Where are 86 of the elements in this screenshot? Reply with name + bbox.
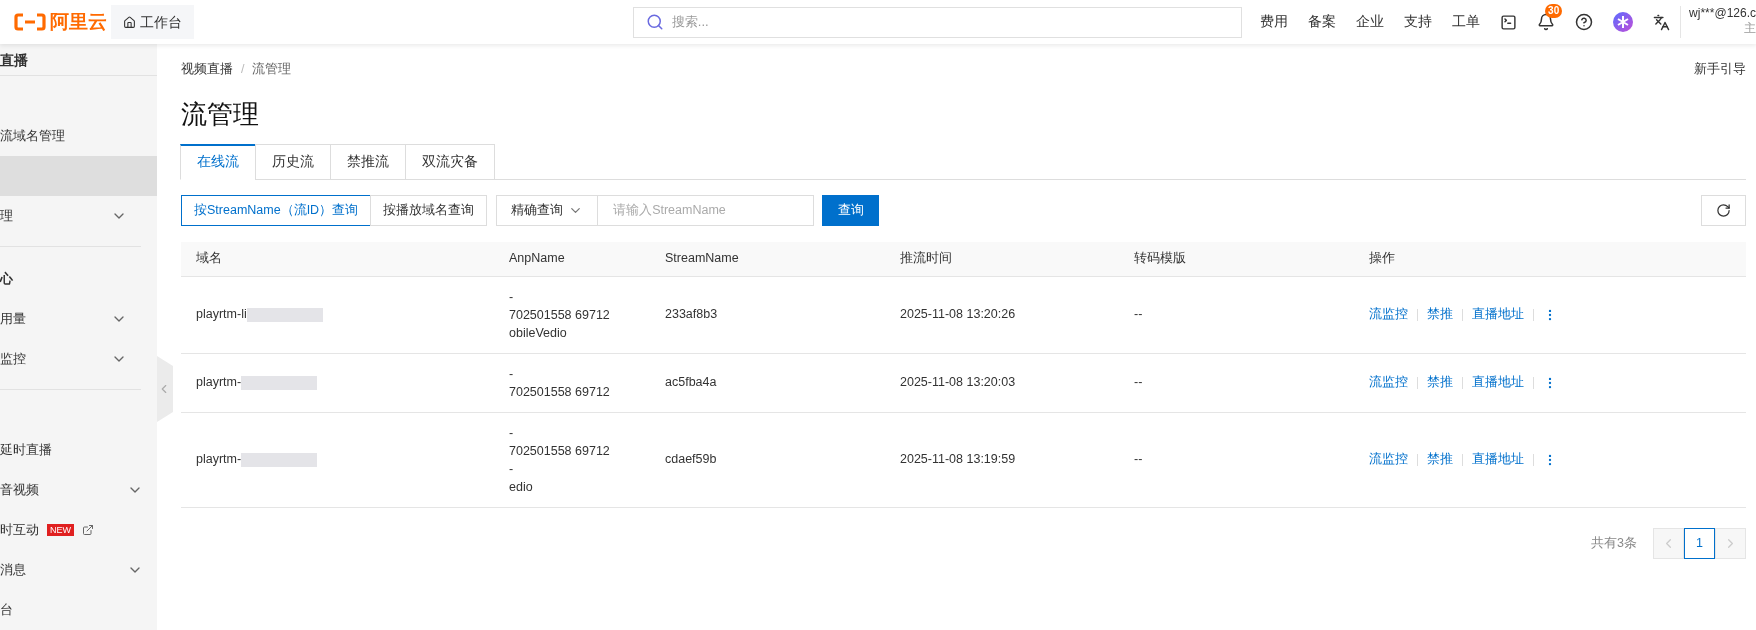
search-icon bbox=[645, 13, 664, 31]
table-cell-text: cdaef59b bbox=[665, 451, 718, 469]
column-header: 域名 bbox=[196, 250, 223, 268]
column-header: AnpName bbox=[509, 250, 566, 268]
sidebar-item[interactable]: 理 bbox=[0, 196, 141, 236]
match-dropdown[interactable]: 精确查询 bbox=[496, 194, 599, 226]
new-badge: NEW bbox=[47, 524, 74, 536]
action-link[interactable]: 直播地址 bbox=[1472, 450, 1524, 470]
column-header: StreamName bbox=[665, 250, 740, 268]
table-cell-text: 2025-11-08 13:20:03 bbox=[900, 374, 1017, 392]
nav-link[interactable]: 工单 bbox=[1452, 11, 1481, 33]
table-cell-text: 2025-11-08 13:19:59 bbox=[900, 451, 1017, 469]
breadcrumb-current: 流管理 bbox=[252, 61, 292, 78]
query-mode-button[interactable]: 按StreamName（流ID）查询 bbox=[181, 194, 372, 226]
query-mode-button[interactable]: 按播放域名查询 bbox=[370, 194, 488, 226]
action-link[interactable]: 禁推 bbox=[1427, 450, 1453, 470]
table-cell-text: -- bbox=[1134, 374, 1144, 392]
workbench-button[interactable]: 工作台 bbox=[110, 5, 194, 39]
tab[interactable]: 在线流 bbox=[180, 143, 256, 180]
sidebar-item[interactable]: 延时直播 bbox=[0, 430, 157, 470]
table-cell-text: - bbox=[509, 424, 515, 442]
language-icon[interactable] bbox=[1653, 13, 1671, 31]
user-email[interactable]: wj***@126.c bbox=[1689, 6, 1756, 21]
nav-link[interactable]: 费用 bbox=[1260, 11, 1289, 33]
table-cell-text: 2025-11-08 13:20:26 bbox=[900, 306, 1017, 324]
notification-badge: 30 bbox=[1545, 4, 1563, 18]
table-cell-text: playrtm- bbox=[196, 374, 242, 392]
table-cell-text: - bbox=[509, 365, 515, 383]
logo-text: 阿里云 bbox=[50, 9, 107, 34]
table-cell-text: edio bbox=[509, 478, 534, 496]
guide-link[interactable]: 新手引导 bbox=[1694, 60, 1746, 79]
help-icon[interactable] bbox=[1575, 13, 1594, 31]
refresh-icon bbox=[1716, 202, 1731, 218]
sidebar-item[interactable]: 流域名管理 bbox=[0, 116, 141, 156]
sidebar-item[interactable]: 用量 bbox=[0, 299, 141, 339]
nav-link[interactable]: 企业 bbox=[1356, 11, 1385, 33]
external-link-icon bbox=[82, 524, 94, 536]
table-cell-text: 702501558 69712 bbox=[509, 306, 611, 324]
column-header: 转码模版 bbox=[1134, 250, 1187, 268]
tab[interactable]: 历史流 bbox=[255, 143, 331, 180]
table-cell-text: obileVedio bbox=[509, 324, 568, 342]
sidebar-heading: 心 bbox=[0, 270, 14, 289]
breadcrumb-link[interactable]: 视频直播 bbox=[181, 60, 233, 79]
action-link[interactable]: 禁推 bbox=[1427, 373, 1453, 393]
stream-name-field[interactable]: 请输入StreamName bbox=[597, 194, 815, 226]
sidebar-item[interactable]: 监控 bbox=[0, 339, 141, 379]
column-header: 推流时间 bbox=[900, 250, 953, 268]
table-cell-text: ac5fba4a bbox=[665, 374, 718, 392]
search-input[interactable]: 搜索... bbox=[671, 12, 1242, 32]
nav-link[interactable]: 支持 bbox=[1404, 11, 1433, 33]
action-link[interactable]: 流监控 bbox=[1369, 305, 1408, 325]
home-icon bbox=[122, 15, 136, 29]
tab[interactable]: 双流灾备 bbox=[405, 143, 495, 180]
search-field[interactable]: 搜索... bbox=[632, 6, 1243, 38]
sidebar-title: 直播 bbox=[0, 46, 157, 76]
table-cell-text: 702501558 69712 bbox=[509, 383, 611, 401]
action-link[interactable]: 流监控 bbox=[1369, 450, 1408, 470]
sidebar-item[interactable]: 消息 bbox=[0, 550, 157, 590]
table-cell-text: -- bbox=[1134, 306, 1144, 324]
account-role: 主 bbox=[1744, 21, 1756, 36]
terminal-icon[interactable] bbox=[1500, 13, 1518, 31]
page-button[interactable]: 1 bbox=[1684, 527, 1715, 559]
total-count: 共有3条 bbox=[1591, 534, 1637, 552]
logo-icon bbox=[14, 13, 46, 31]
action-link[interactable]: 流监控 bbox=[1369, 373, 1408, 393]
sidebar-item[interactable]: 台 bbox=[0, 590, 157, 630]
action-link[interactable]: 直播地址 bbox=[1472, 373, 1524, 393]
refresh-button[interactable] bbox=[1701, 194, 1746, 226]
breadcrumb-separator: / bbox=[241, 61, 245, 78]
table-cell-text: 702501558 69712 bbox=[509, 442, 611, 460]
query-button[interactable]: 查询 bbox=[822, 194, 880, 226]
action-link[interactable]: 禁推 bbox=[1427, 305, 1453, 325]
table-cell-text: 233af8b3 bbox=[665, 306, 719, 324]
sidebar-item[interactable]: 音视频 bbox=[0, 470, 157, 510]
table-cell-text: -- bbox=[1134, 451, 1144, 469]
table-cell-text: playrtm- bbox=[196, 451, 242, 469]
table-cell-text: - bbox=[509, 288, 515, 306]
page-title: 流管理 bbox=[181, 97, 260, 131]
table-cell-text: playrtm-li bbox=[196, 306, 247, 324]
bell-icon[interactable] bbox=[1537, 13, 1556, 31]
sidebar-item[interactable]: 时互动 NEW bbox=[0, 510, 157, 550]
column-header: 操作 bbox=[1369, 250, 1396, 268]
action-link[interactable]: 直播地址 bbox=[1472, 305, 1524, 325]
nav-link[interactable]: 备案 bbox=[1308, 11, 1337, 33]
assistant-icon[interactable] bbox=[1613, 12, 1634, 32]
table-cell-text: - bbox=[509, 460, 515, 478]
